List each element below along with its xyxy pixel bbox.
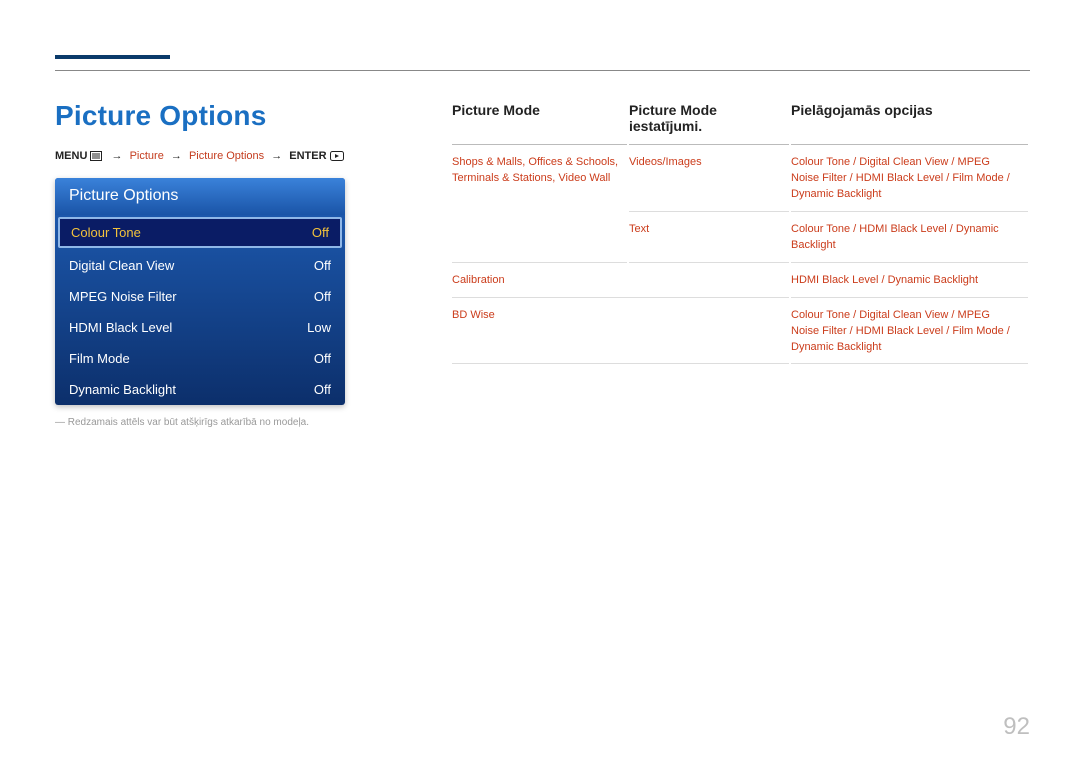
menu-row-value: Off <box>314 382 331 397</box>
table-cell: HDMI Black Level / Dynamic Backlight <box>791 265 1028 298</box>
table-row: BD WiseColour Tone / Digital Clean View … <box>452 300 1028 365</box>
menu-row[interactable]: HDMI Black Level Low <box>55 312 345 343</box>
top-rule <box>55 70 1030 71</box>
breadcrumb-step: Picture <box>130 150 164 162</box>
menu-row[interactable]: Film Mode Off <box>55 343 345 374</box>
menu-row-label: Colour Tone <box>71 225 141 240</box>
options-table: Picture Mode Picture Mode iestatījumi. P… <box>450 100 1030 366</box>
menu-row[interactable]: Digital Clean View Off <box>55 250 345 281</box>
breadcrumb-step: Picture Options <box>189 150 264 162</box>
menu-row[interactable]: MPEG Noise Filter Off <box>55 281 345 312</box>
page-title: Picture Options <box>55 100 395 132</box>
menu-row-value: Low <box>307 320 331 335</box>
menu-row-label: Digital Clean View <box>69 258 174 273</box>
table-cell: Shops & Malls, Offices & Schools, Termin… <box>452 147 627 263</box>
menu-row-label: HDMI Black Level <box>69 320 172 335</box>
table-cell: Calibration <box>452 265 789 298</box>
table-cell: BD Wise <box>452 300 789 365</box>
menu-row-value: Off <box>314 351 331 366</box>
menu-row-label: MPEG Noise Filter <box>69 289 177 304</box>
menu-row-value: Off <box>314 258 331 273</box>
page-number: 92 <box>1003 713 1030 741</box>
menu-panel: Picture Options Colour ToneOffDigital Cl… <box>55 178 345 405</box>
table-header: Picture Mode iestatījumi. <box>629 102 789 145</box>
menu-row-value: Off <box>312 225 329 240</box>
menu-row-label: Film Mode <box>69 351 130 366</box>
menu-row[interactable]: Colour Tone Off <box>58 217 342 248</box>
table-cell: Videos/Images <box>629 147 789 212</box>
table-cell: Colour Tone / HDMI Black Level / Dynamic… <box>791 214 1028 263</box>
table-header: Picture Mode <box>452 102 627 145</box>
accent-bar <box>55 55 170 59</box>
menu-icon <box>90 151 102 164</box>
table-row: CalibrationHDMI Black Level / Dynamic Ba… <box>452 265 1028 298</box>
enter-icon <box>330 151 344 164</box>
menu-row-label: Dynamic Backlight <box>69 382 176 397</box>
table-header: Pielāgojamās opcijas <box>791 102 1028 145</box>
menu-panel-header: Picture Options <box>55 178 345 215</box>
footnote: ― Redzamais attēls var būt atšķirīgs atk… <box>55 417 395 428</box>
table-cell: Colour Tone / Digital Clean View / MPEG … <box>791 147 1028 212</box>
table-cell: Colour Tone / Digital Clean View / MPEG … <box>791 300 1028 365</box>
arrow-icon: → <box>271 150 282 162</box>
breadcrumb-menu: MENU <box>55 150 87 162</box>
breadcrumb-enter: ENTER <box>289 150 326 162</box>
arrow-icon: → <box>171 150 182 162</box>
breadcrumb: MENU → Picture → Picture Options → ENTER <box>55 150 395 164</box>
table-row: Shops & Malls, Offices & Schools, Termin… <box>452 147 1028 212</box>
menu-row[interactable]: Dynamic Backlight Off <box>55 374 345 405</box>
menu-row-value: Off <box>314 289 331 304</box>
arrow-icon: → <box>112 150 123 162</box>
table-cell: Text <box>629 214 789 263</box>
